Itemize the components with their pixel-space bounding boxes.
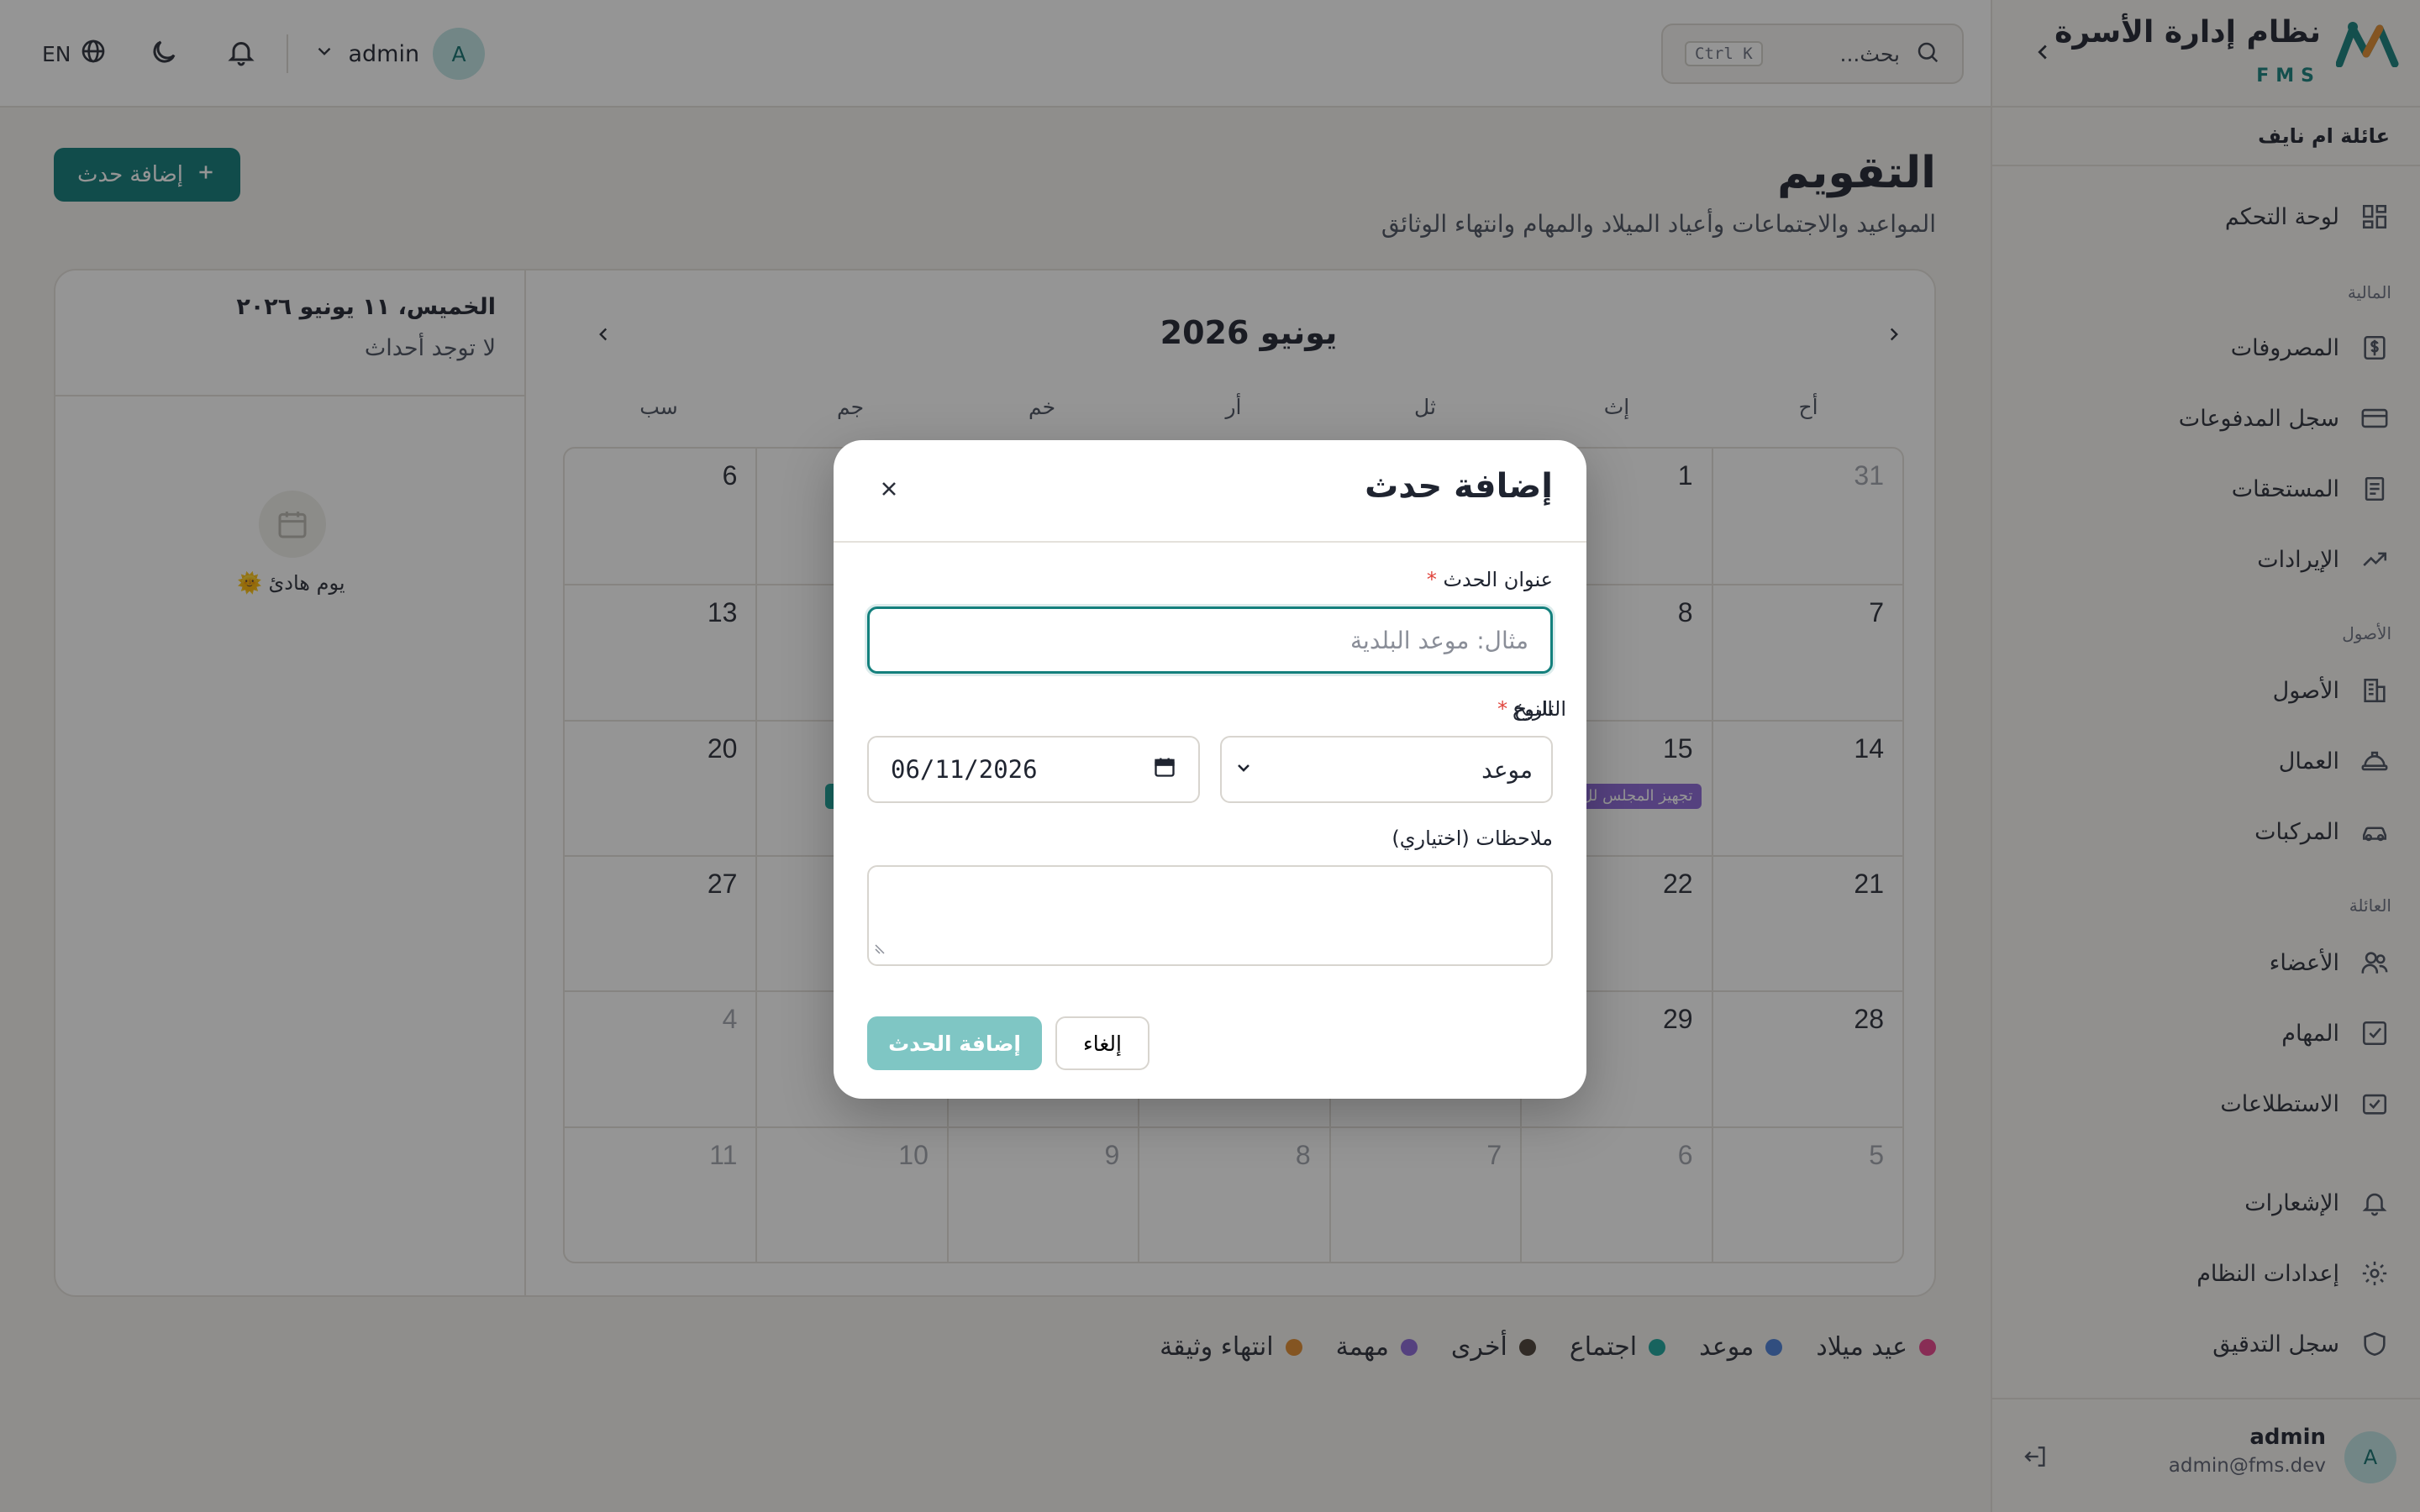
event-title-input[interactable]: مثال: موعد البلدية — [867, 606, 1553, 674]
event-title-label-text: عنوان الحدث — [1443, 568, 1553, 591]
calendar-picker-icon[interactable] — [1153, 755, 1176, 785]
type-select-value: موعد — [1481, 755, 1533, 784]
event-title-label: عنوان الحدث * — [1427, 568, 1553, 591]
add-event-dialog: إضافة حدث عنوان الحدث * مثال: موعد البلد… — [834, 440, 1586, 1099]
date-label-inner: التاريخ * — [1497, 697, 1566, 721]
dialog-title: إضافة حدث — [1365, 467, 1553, 506]
date-input[interactable]: 06/11/2026 — [867, 736, 1200, 803]
dialog-header: إضافة حدث — [834, 440, 1586, 543]
notes-label: ملاحظات (اختياري) — [1392, 827, 1553, 850]
cancel-button[interactable]: إلغاء — [1055, 1016, 1150, 1070]
notes-textarea[interactable] — [867, 865, 1553, 966]
event-title-placeholder: مثال: موعد البلدية — [1350, 626, 1528, 654]
required-mark: * — [1426, 568, 1437, 591]
close-button[interactable] — [871, 472, 908, 509]
date-value: 06/11/2026 — [891, 755, 1038, 784]
type-select[interactable]: موعد — [1220, 736, 1553, 803]
date-label-text: التاريخ — [1513, 697, 1566, 721]
required-mark: * — [1497, 697, 1508, 721]
submit-event-button[interactable]: إضافة الحدث — [867, 1016, 1042, 1070]
close-icon — [877, 477, 901, 504]
resize-handle-icon[interactable] — [874, 933, 889, 961]
chevron-down-icon — [1234, 756, 1254, 784]
